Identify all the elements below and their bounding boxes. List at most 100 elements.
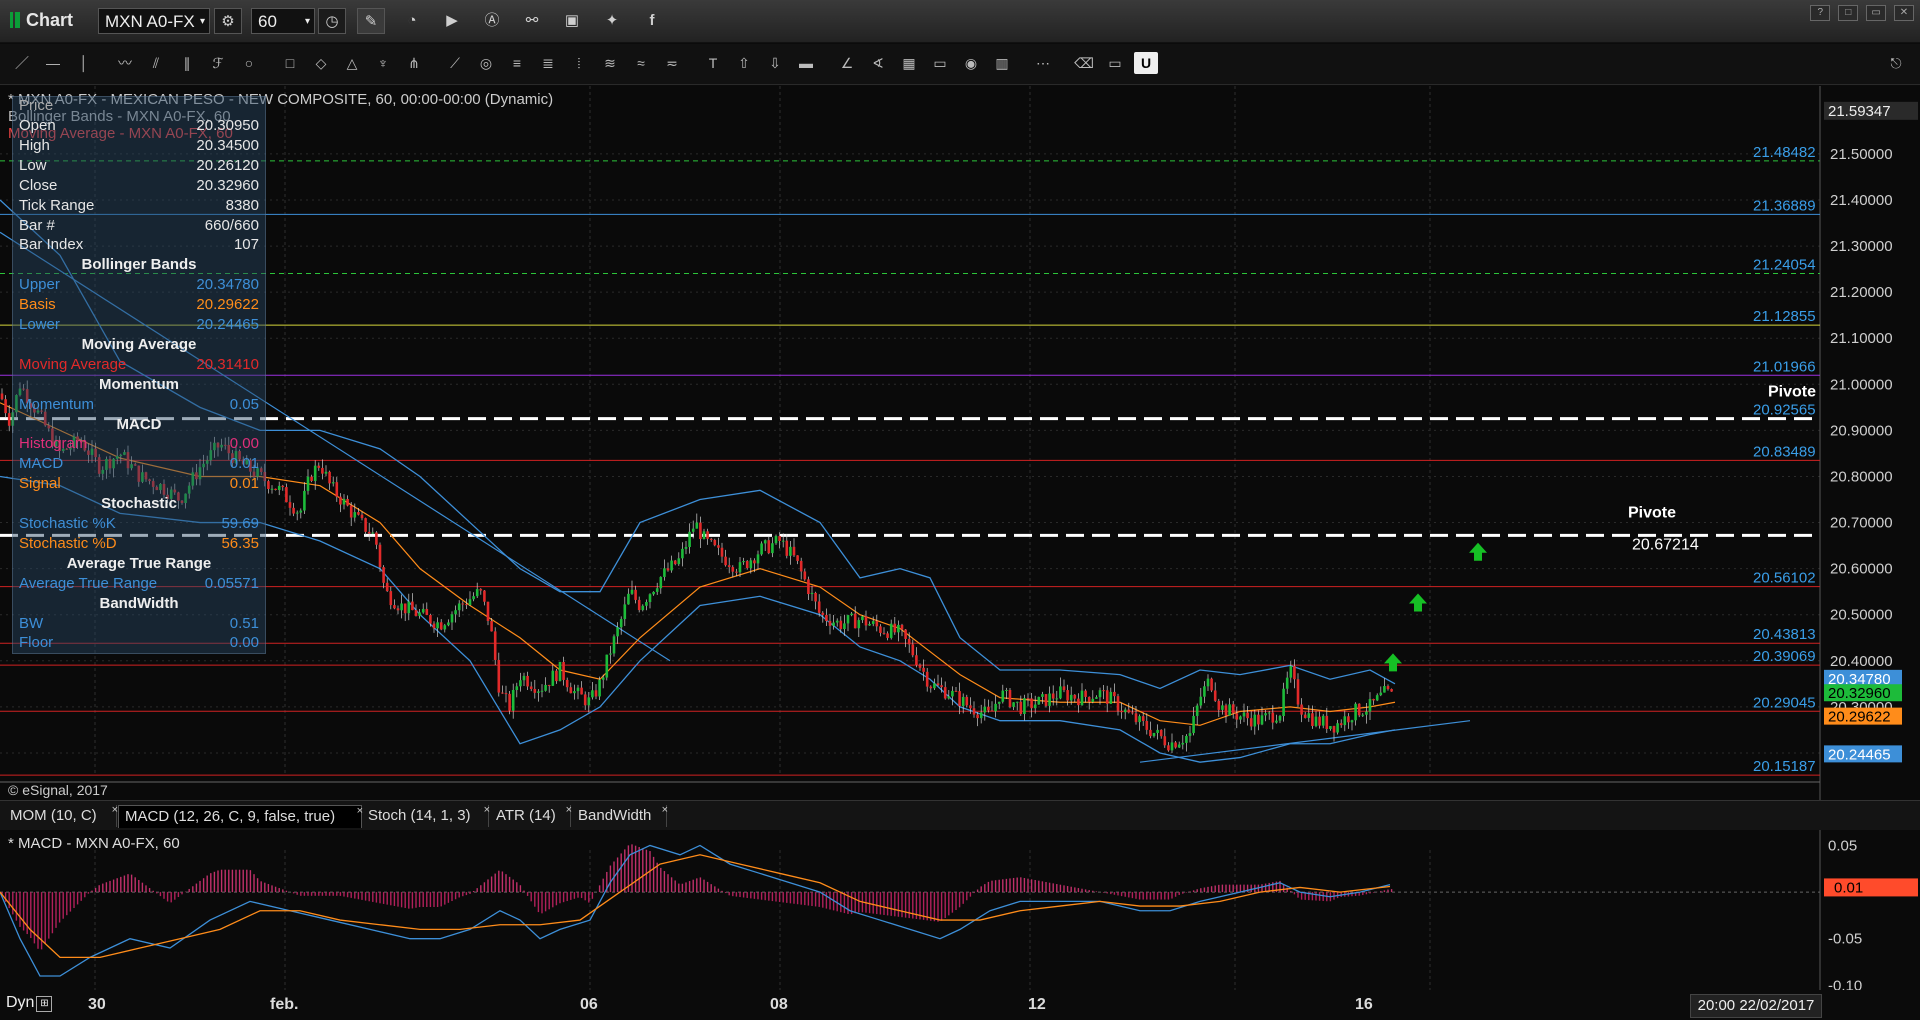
- candle-body: [1242, 712, 1246, 717]
- ohlc-row: Tick Range 8380: [19, 197, 259, 216]
- candle-body: [576, 687, 580, 692]
- clock-settings-icon[interactable]: ⚙: [214, 8, 242, 34]
- candle-body: [1015, 701, 1019, 703]
- magnet-tool-icon[interactable]: U: [1134, 52, 1158, 74]
- pencil-icon[interactable]: ✎: [357, 8, 385, 34]
- candle-body: [717, 545, 720, 548]
- price-tag-label: 20.29622: [1828, 709, 1891, 726]
- gann-tool-icon[interactable]: ⋔: [402, 52, 426, 74]
- candle-body: [601, 677, 605, 680]
- pitchfork-tool-icon[interactable]: ♆: [371, 52, 395, 74]
- price-chart[interactable]: 21.50000 21.40000 21.30000 21.20000 21.10000…: [0, 86, 1920, 800]
- atr-heading: Average True Range: [66, 554, 212, 572]
- arrow-up-tool-icon[interactable]: ⇧: [732, 52, 756, 74]
- circle-a-icon[interactable]: Ⓐ: [478, 8, 506, 34]
- fib-retracement-tool-icon[interactable]: ≡: [505, 52, 529, 74]
- candle-body: [943, 687, 947, 699]
- candle-body: [515, 686, 519, 691]
- regression-tool-icon[interactable]: ∢: [866, 52, 890, 74]
- candle-body: [864, 616, 868, 626]
- price-range-tool-icon[interactable]: ▬: [794, 52, 818, 74]
- fib-arc-tool-icon[interactable]: ≈: [629, 52, 653, 74]
- diamond-tool-icon[interactable]: ◇: [309, 52, 333, 74]
- toggle-tool-icon[interactable]: ▭: [1103, 52, 1127, 74]
- facebook-icon[interactable]: f: [638, 8, 666, 34]
- fib-fan-tool-icon[interactable]: ≋: [598, 52, 622, 74]
- level-label: 21.12855: [1753, 308, 1816, 325]
- candle-body: [1102, 690, 1105, 692]
- symbol-input[interactable]: MXN A0-FX ▾: [98, 8, 210, 34]
- parallel-tool-icon[interactable]: ∥: [175, 52, 199, 74]
- trendline-tool-icon[interactable]: ⟋: [443, 52, 467, 74]
- candle-body: [825, 614, 828, 622]
- candle-body: [1386, 686, 1390, 690]
- chevron-down-icon[interactable]: ▾: [305, 9, 310, 35]
- fib-timezone-tool-icon[interactable]: ⦙: [567, 52, 591, 74]
- zigzag-tool-icon[interactable]: 〰: [113, 52, 137, 74]
- vertical-line-tool-icon[interactable]: │: [72, 52, 96, 74]
- play-icon[interactable]: ▶: [438, 8, 466, 34]
- channel-tool-icon[interactable]: ⫽: [144, 52, 168, 74]
- pti-tool-icon[interactable]: ▥: [990, 52, 1014, 74]
- link-icon[interactable]: ⚯: [518, 8, 546, 34]
- candle-body: [677, 558, 681, 565]
- macd-chart[interactable]: * MACD - MXN A0-FX, 60 0.05 -0.05 -0.10 0.01: [0, 830, 1920, 990]
- maximize-button[interactable]: □: [1838, 5, 1859, 21]
- close-button[interactable]: ✕: [1894, 5, 1914, 21]
- study-tab[interactable]: MACD (12, 26, C, 9, false, true) ×: [118, 805, 363, 828]
- info-value: 20.30950: [196, 117, 259, 134]
- help-button[interactable]: ?: [1810, 5, 1831, 21]
- candle-body: [400, 603, 403, 611]
- info-value: 56.35: [221, 534, 259, 552]
- mob-tool-icon[interactable]: ▭: [928, 52, 952, 74]
- triangle-tool-icon[interactable]: △: [340, 52, 364, 74]
- rectangle-tool-icon[interactable]: □: [278, 52, 302, 74]
- candle-body: [414, 610, 418, 616]
- refresh-clock-icon[interactable]: ◷: [318, 8, 346, 34]
- eraser-tool-icon[interactable]: ⌫: [1072, 52, 1096, 74]
- study-tab[interactable]: ATR (14) ×: [490, 804, 572, 827]
- macd-y-tick-label: -0.10: [1828, 977, 1862, 990]
- dynamic-label[interactable]: Dyn ⊞: [6, 994, 53, 1012]
- candle-body: [659, 576, 663, 589]
- grid-tool-icon[interactable]: ▦: [897, 52, 921, 74]
- candle-body: [897, 624, 900, 633]
- study-tab[interactable]: BandWidth ×: [572, 804, 668, 827]
- speedometer-icon[interactable]: ◔: [398, 8, 426, 34]
- ellipse-tool-icon[interactable]: ○: [237, 52, 261, 74]
- circle-target-tool-icon[interactable]: ◎: [474, 52, 498, 74]
- fib-channel-tool-icon[interactable]: ≂: [660, 52, 684, 74]
- chat-icon[interactable]: ▣: [558, 8, 586, 34]
- fib-tool-icon[interactable]: ℱ: [206, 52, 230, 74]
- twitter-icon[interactable]: ✦: [598, 8, 626, 34]
- candle-body: [709, 538, 713, 540]
- study-tab[interactable]: Stoch (14, 1, 3) ×: [362, 804, 490, 827]
- candle-body: [1008, 690, 1012, 707]
- close-tab-icon[interactable]: ×: [662, 799, 668, 821]
- arrow-down-tool-icon[interactable]: ⇩: [763, 52, 787, 74]
- horizontal-line-tool-icon[interactable]: —: [41, 52, 65, 74]
- candle-body: [1156, 729, 1159, 733]
- chevron-down-icon[interactable]: ▾: [200, 9, 205, 35]
- momentum-heading: Momentum: [99, 375, 179, 393]
- study-tab[interactable]: MOM (10, C) ×: [4, 804, 118, 827]
- scale-toggle-icon[interactable]: ⊞: [36, 996, 53, 1012]
- candle-body: [483, 590, 486, 602]
- fib-extension-tool-icon[interactable]: ≣: [536, 52, 560, 74]
- info-value: 20.34500: [196, 136, 259, 154]
- options-tool-icon[interactable]: ⎋: [1884, 52, 1908, 74]
- eye-tool-icon[interactable]: ◉: [959, 52, 983, 74]
- text-tool-icon[interactable]: T: [701, 52, 725, 74]
- angle-tool-icon[interactable]: ∠: [835, 52, 859, 74]
- line-tool-icon[interactable]: ／: [10, 52, 34, 74]
- restore-button[interactable]: ▭: [1866, 5, 1887, 21]
- price-row: Price: [19, 97, 259, 116]
- info-key: Lower: [19, 316, 60, 333]
- candle-body: [951, 690, 954, 697]
- candle-body: [1224, 705, 1228, 716]
- macd-y-tick-label: -0.05: [1828, 931, 1862, 948]
- interval-input[interactable]: 60 ▾: [251, 8, 315, 34]
- bandwidth-heading: BandWidth: [99, 594, 179, 612]
- candle-body: [807, 579, 810, 595]
- wave-tool-icon[interactable]: ⋯: [1031, 52, 1055, 74]
